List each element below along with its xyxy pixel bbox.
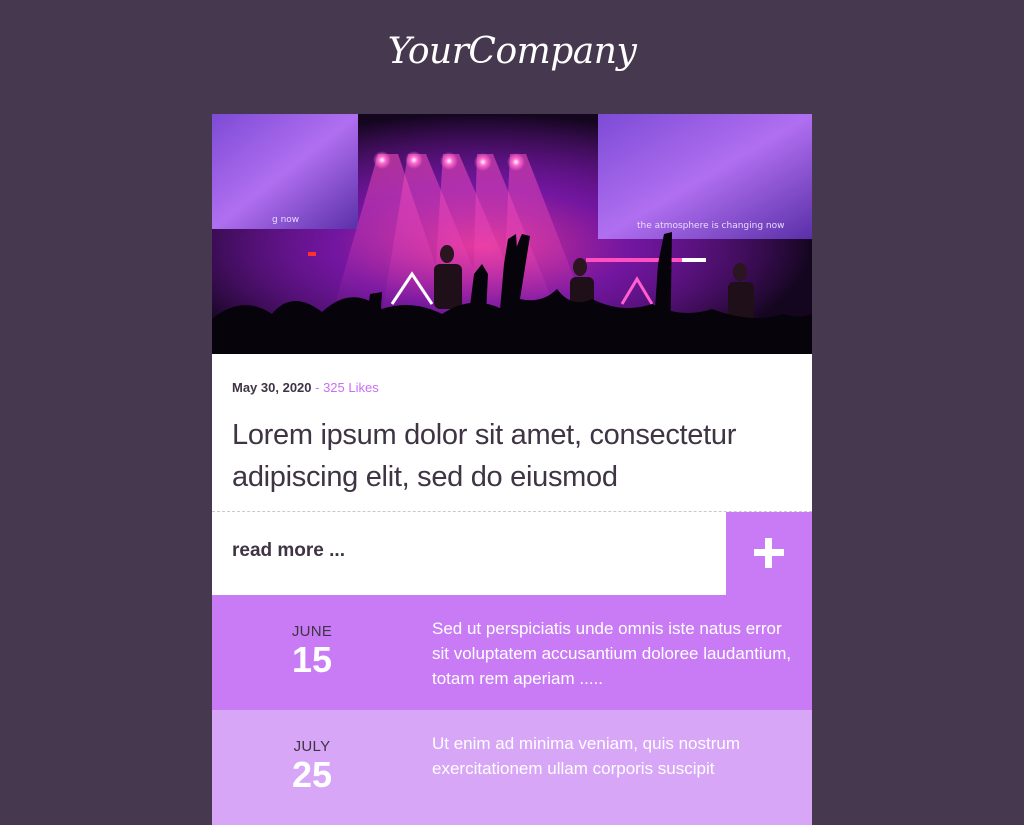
- post-title[interactable]: Lorem ipsum dolor sit amet, consectetur …: [232, 414, 792, 498]
- event-date: JULY 25: [212, 710, 412, 795]
- post-card: g now the atmosphere is changing now May…: [212, 114, 812, 825]
- hero-screen-text-left: g now: [272, 215, 299, 225]
- event-date: JUNE 15: [212, 595, 412, 680]
- event-description: Sed ut perspiciatis unde omnis iste natu…: [432, 619, 792, 688]
- event-day: 15: [291, 639, 333, 680]
- post-body: May 30, 2020 - 325 Likes Lorem ipsum dol…: [212, 354, 812, 512]
- event-description: Ut enim ad minima veniam, quis nostrum e…: [432, 734, 741, 778]
- read-more-row: read more ...: [212, 512, 812, 595]
- company-logo[interactable]: YourCompany: [0, 22, 1024, 82]
- hero-image-concert: g now the atmosphere is changing now: [212, 114, 812, 354]
- likes-count[interactable]: 325 Likes: [323, 380, 379, 395]
- likes-separator: -: [311, 380, 324, 395]
- post-meta: May 30, 2020 - 325 Likes: [232, 380, 792, 400]
- expand-button[interactable]: [726, 512, 812, 595]
- post-likes[interactable]: - 325 Likes: [312, 380, 379, 395]
- event-month: JUNE: [291, 623, 333, 640]
- read-more-link[interactable]: read more ...: [232, 540, 345, 562]
- event-item[interactable]: JUNE 15 Sed ut perspiciatis unde omnis i…: [212, 595, 812, 710]
- event-day: 25: [291, 754, 333, 795]
- post-date: May 30, 2020: [232, 380, 312, 395]
- event-month: JULY: [293, 738, 331, 755]
- hero-screen-text-right: the atmosphere is changing now: [637, 221, 784, 231]
